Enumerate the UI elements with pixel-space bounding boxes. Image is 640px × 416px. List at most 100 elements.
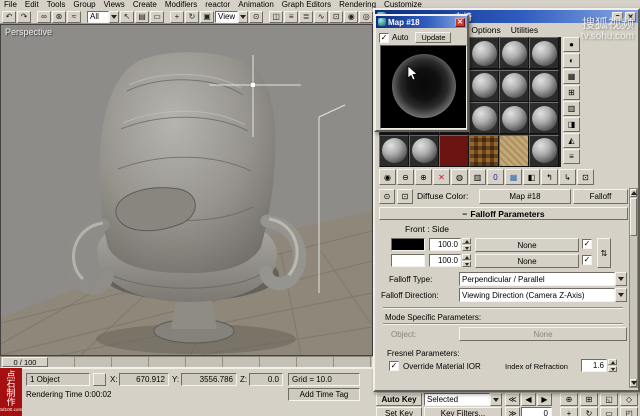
spinner-arrows[interactable] xyxy=(462,254,471,267)
menu-group[interactable]: Group xyxy=(69,0,99,10)
material-sample-slot[interactable] xyxy=(529,37,559,69)
render-quick-icon[interactable]: ◎ xyxy=(359,10,374,23)
reference-coord-dropdown[interactable]: View xyxy=(215,10,249,23)
side-color-swatch[interactable] xyxy=(391,254,425,267)
backlight-icon[interactable]: ◐ xyxy=(563,53,580,68)
curve-editor-icon[interactable]: ∿ xyxy=(314,10,329,23)
material-sample-slot[interactable] xyxy=(499,102,529,134)
override-ior-checkbox[interactable]: ✓ xyxy=(389,361,399,371)
spinner-arrows[interactable] xyxy=(462,238,471,251)
layers-icon[interactable]: ≣ xyxy=(299,10,314,23)
add-time-tag[interactable]: Add Time Tag xyxy=(288,388,360,401)
map-window-titlebar[interactable]: Map #18 ✕ xyxy=(376,16,467,28)
zoom-all-icon[interactable]: ⊞ xyxy=(580,393,598,406)
side-map-button[interactable]: None xyxy=(475,254,579,268)
select-by-name-icon[interactable]: ▤ xyxy=(135,10,149,23)
align-icon[interactable]: ≡ xyxy=(284,10,299,23)
background-icon[interactable]: ▦ xyxy=(563,69,580,84)
material-sample-slot[interactable] xyxy=(499,69,529,102)
perspective-viewport[interactable]: Perspective xyxy=(0,24,373,356)
undo-icon[interactable]: ↶ xyxy=(2,10,16,23)
material-sample-slot[interactable] xyxy=(379,134,409,167)
material-options-icon[interactable]: ⊡ xyxy=(577,169,594,185)
menu-tools[interactable]: Tools xyxy=(43,0,70,10)
put-to-library-icon[interactable]: ▥ xyxy=(469,169,486,185)
menu-modifiers[interactable]: Modifiers xyxy=(161,0,201,10)
y-coordinate-field[interactable]: 3556.786 xyxy=(181,373,237,386)
select-by-material-icon[interactable]: ◭ xyxy=(563,133,580,148)
scrollbar-thumb[interactable] xyxy=(630,198,637,236)
ior-spinner[interactable]: 1.6 xyxy=(581,359,617,372)
sample-preview-icon[interactable]: ⊡ xyxy=(397,189,413,204)
make-unique-icon[interactable]: ◍ xyxy=(451,169,468,185)
menu-reactor[interactable]: reactor xyxy=(201,0,234,10)
rect-region-icon[interactable]: ▭ xyxy=(150,10,164,23)
selection-lock-icon[interactable] xyxy=(93,373,106,386)
front-map-button[interactable]: None xyxy=(475,238,579,252)
show-end-result-icon[interactable]: ◧ xyxy=(523,169,540,185)
zoom-extents-icon[interactable]: ◱ xyxy=(600,393,618,406)
scroll-down-icon[interactable] xyxy=(630,379,637,387)
front-color-swatch[interactable] xyxy=(391,238,425,251)
menu-file[interactable]: File xyxy=(0,0,21,10)
bind-spacewarp-icon[interactable]: ≈ xyxy=(67,10,81,23)
swap-colors-icon[interactable]: ⇅ xyxy=(597,238,611,268)
material-sample-slot-weave[interactable] xyxy=(469,134,499,167)
me-menu-utilities[interactable]: Utilities xyxy=(511,25,538,35)
front-map-enable-checkbox[interactable]: ✓ xyxy=(582,239,592,249)
chevron-down-icon[interactable] xyxy=(615,272,627,286)
material-sample-slot-red[interactable] xyxy=(439,134,469,167)
front-amount-spinner[interactable]: 100.0 xyxy=(429,238,471,251)
timeline-track[interactable]: 0 / 100 xyxy=(0,356,373,368)
material-sample-slot[interactable] xyxy=(469,102,499,134)
front-amount-value[interactable]: 100.0 xyxy=(429,238,461,251)
go-to-parent-icon[interactable]: ↰ xyxy=(541,169,558,185)
material-id-icon[interactable]: 0 xyxy=(487,169,504,185)
mirror-icon[interactable]: ◫ xyxy=(269,10,284,23)
z-coordinate-field[interactable]: 0.0 xyxy=(249,373,283,386)
close-icon[interactable]: ✕ xyxy=(455,17,465,27)
viewport-label[interactable]: Perspective xyxy=(5,27,52,37)
previous-frame-icon[interactable]: ◀ xyxy=(521,393,536,406)
side-amount-spinner[interactable]: 100.0 xyxy=(429,254,471,267)
current-frame-field[interactable]: 0 xyxy=(521,407,552,416)
go-to-start-icon[interactable]: ≪ xyxy=(505,393,520,406)
falloff-direction-dropdown[interactable]: Viewing Direction (Camera Z-Axis) xyxy=(459,288,627,302)
chevron-down-icon[interactable] xyxy=(238,10,249,23)
reset-map-icon[interactable]: ✕ xyxy=(433,169,450,185)
zoom-icon[interactable]: ⊕ xyxy=(560,393,578,406)
material-sample-slot[interactable] xyxy=(469,69,499,102)
zoom-region-icon[interactable]: ▭ xyxy=(600,407,618,416)
material-sample-slot[interactable] xyxy=(499,37,529,69)
material-editor-icon[interactable]: ⊡ xyxy=(329,10,344,23)
menu-animation[interactable]: Animation xyxy=(234,0,278,10)
chevron-down-icon[interactable] xyxy=(615,288,627,302)
auto-key-button[interactable]: Auto Key xyxy=(376,393,422,406)
chevron-down-icon[interactable] xyxy=(109,10,119,23)
material-sample-slot[interactable] xyxy=(529,69,559,102)
pan-icon[interactable]: + xyxy=(560,407,578,416)
unlink-icon[interactable]: ⊗ xyxy=(52,10,66,23)
key-filters-button[interactable]: Key Filters... xyxy=(424,407,502,416)
material-sample-slot[interactable] xyxy=(529,102,559,134)
selected-filter-dropdown[interactable]: Selected xyxy=(424,393,502,406)
falloff-parameters-rollout[interactable]: − Falloff Parameters xyxy=(379,207,628,220)
selection-filter-dropdown[interactable]: All xyxy=(87,10,119,23)
set-key-button[interactable]: Set Key xyxy=(376,407,422,416)
side-amount-value[interactable]: 100.0 xyxy=(429,254,461,267)
me-menu-options[interactable]: Options xyxy=(471,25,500,35)
falloff-type-dropdown[interactable]: Perpendicular / Parallel xyxy=(459,272,627,286)
material-navigator-icon[interactable]: ≡ xyxy=(563,149,580,164)
auto-update-checkbox[interactable]: ✓ xyxy=(379,32,389,43)
arc-rotate-icon[interactable]: ↻ xyxy=(580,407,598,416)
falloff-map-preview[interactable] xyxy=(380,45,467,129)
move-icon[interactable]: + xyxy=(170,10,184,23)
options-icon[interactable]: ◨ xyxy=(563,117,580,132)
map-type-button[interactable]: Falloff xyxy=(573,189,628,204)
menu-edit[interactable]: Edit xyxy=(21,0,43,10)
menu-create[interactable]: Create xyxy=(129,0,161,10)
play-icon[interactable]: ▶ xyxy=(537,393,552,406)
menu-graph-editors[interactable]: Graph Editors xyxy=(278,0,335,10)
redo-icon[interactable]: ↷ xyxy=(17,10,31,23)
render-setup-icon[interactable]: ◉ xyxy=(344,10,359,23)
